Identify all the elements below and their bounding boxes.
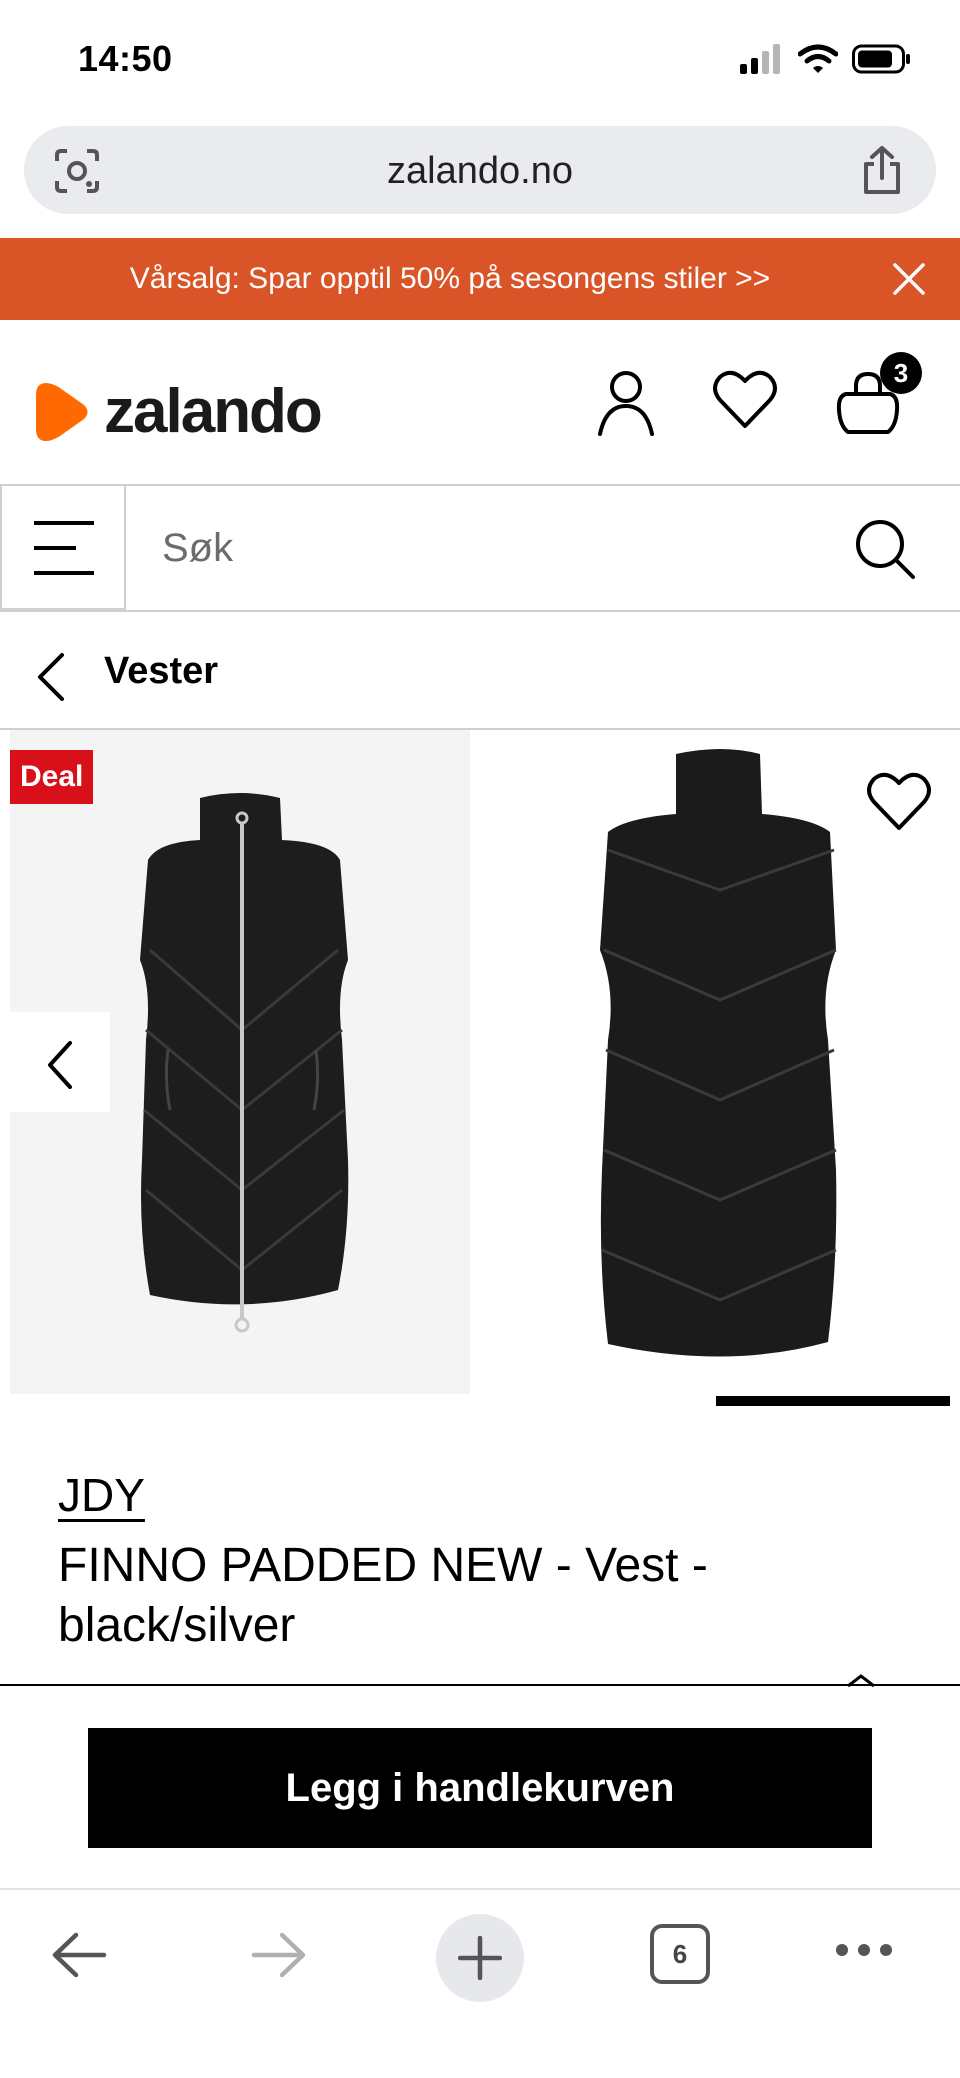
- menu-button[interactable]: [0, 486, 126, 610]
- deal-badge: Deal: [10, 750, 94, 804]
- status-time: 14:50: [78, 38, 173, 79]
- search-icon[interactable]: [854, 518, 916, 580]
- breadcrumb-label[interactable]: Vester: [104, 650, 218, 693]
- logo-mark-icon: [36, 382, 88, 441]
- chevron-left-icon[interactable]: [46, 1040, 74, 1090]
- wifi-icon: [798, 44, 838, 73]
- account-icon[interactable]: [596, 368, 656, 438]
- zalando-logo[interactable]: zalando: [34, 376, 323, 447]
- tabs-button[interactable]: 6: [650, 1924, 710, 1984]
- plus-icon[interactable]: [458, 1936, 502, 1980]
- cart-count-badge: 3: [880, 352, 922, 394]
- browser-toolbar: 6: [0, 1888, 960, 2078]
- wishlist-heart-icon[interactable]: [866, 770, 932, 832]
- share-icon[interactable]: [858, 144, 906, 196]
- promo-banner[interactable]: Vårsalg: Spar opptil 50% på sesongens st…: [0, 238, 960, 320]
- close-icon[interactable]: [892, 262, 926, 296]
- gallery-progress-indicator: [716, 1396, 950, 1406]
- new-tab-button[interactable]: [436, 1914, 524, 2002]
- signal-icon: [740, 44, 780, 74]
- product-name: FINNO PADDED NEW - Vest - black/silver: [58, 1539, 708, 1652]
- more-icon[interactable]: [834, 1942, 894, 1958]
- search-input[interactable]: [162, 526, 812, 571]
- back-icon[interactable]: [36, 652, 66, 702]
- url-text[interactable]: zalando.no: [24, 150, 936, 193]
- logo-wordmark: zalando: [104, 377, 323, 446]
- gallery-prev-button[interactable]: [10, 1012, 110, 1112]
- add-to-cart-button[interactable]: Legg i handlekurven: [88, 1728, 872, 1848]
- product-gallery[interactable]: Deal: [0, 730, 960, 1410]
- menu-icon[interactable]: [32, 520, 96, 576]
- status-bar: 14:50: [0, 0, 960, 120]
- status-icons: [740, 44, 912, 74]
- arrow-right-icon[interactable]: [250, 1930, 308, 1980]
- battery-icon: [852, 44, 910, 74]
- product-brand-link[interactable]: JDY: [58, 1468, 918, 1522]
- arrow-left-icon[interactable]: [50, 1930, 108, 1980]
- url-bar[interactable]: zalando.no: [24, 126, 936, 214]
- breadcrumb[interactable]: Vester: [0, 612, 960, 730]
- search-row: [0, 486, 960, 612]
- heart-icon[interactable]: [712, 368, 778, 430]
- product-info: JDY FINNO PADDED NEW - Vest - black/silv…: [58, 1468, 918, 1656]
- site-header: zalando 3: [0, 320, 960, 486]
- chevron-up-icon[interactable]: [846, 1674, 876, 1688]
- promo-text[interactable]: Vårsalg: Spar opptil 50% på sesongens st…: [0, 262, 900, 296]
- add-to-cart-panel: Legg i handlekurven: [0, 1674, 960, 1888]
